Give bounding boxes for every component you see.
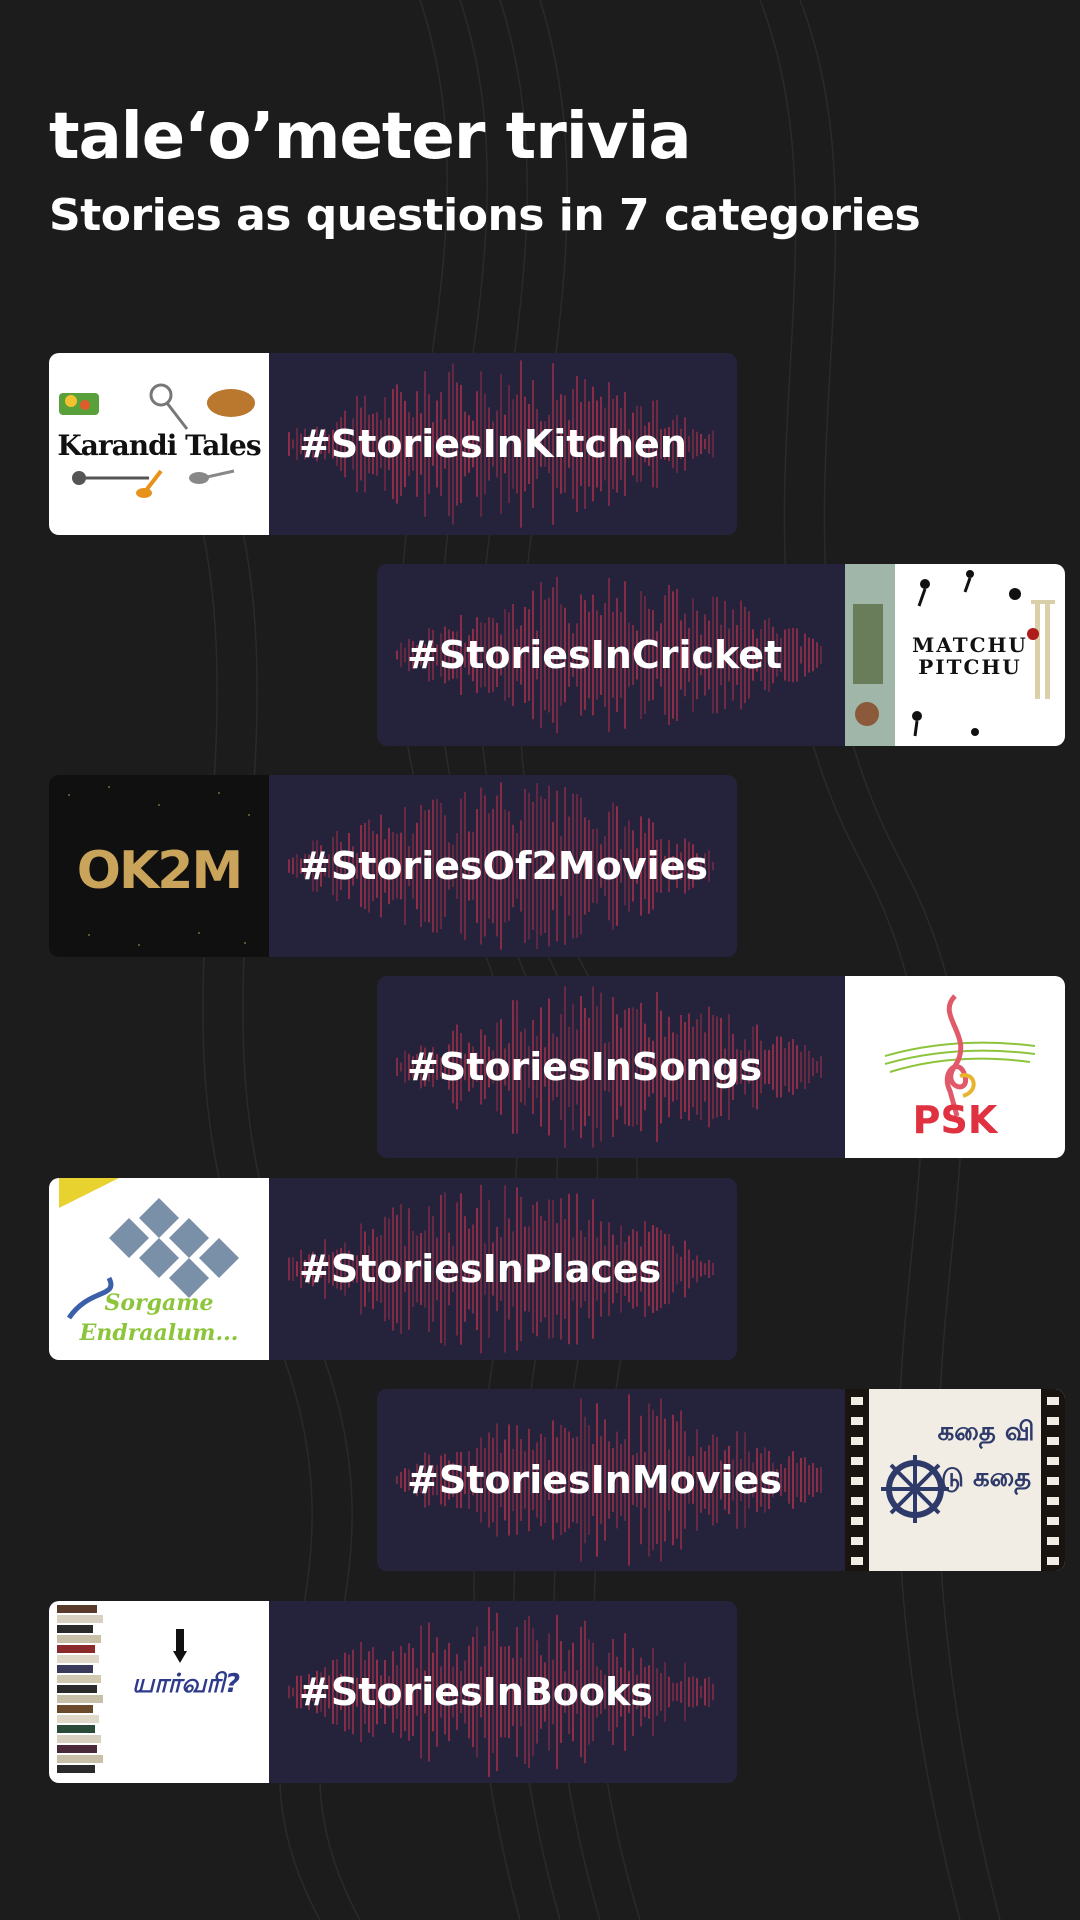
category-label: #StoriesInPlaces [299, 1247, 662, 1291]
songs-thumb-text: PSK [912, 1098, 998, 1142]
waveform: #StoriesInKitchen [269, 353, 737, 535]
waveform: #StoriesOf2Movies [269, 775, 737, 957]
waveform: #StoriesInBooks [269, 1601, 737, 1783]
category-card-places[interactable]: Sorgame Endraalum... #StoriesInPlaces [49, 1178, 737, 1360]
kitchen-thumbnail: Karandi Tales [49, 353, 269, 535]
2movies-thumb-text: OK2M [76, 841, 243, 901]
category-label: #StoriesInSongs [407, 1045, 763, 1089]
cricket-thumbnail: MATCHU PITCHU [845, 564, 1065, 746]
category-card-songs[interactable]: PSK #StoriesInSongs [377, 976, 1065, 1158]
category-card-2movies[interactable]: OK2M #StoriesOf2Movies [49, 775, 737, 957]
page-subtitle: Stories as questions in 7 categories [49, 190, 921, 241]
category-card-books[interactable]: யார்வரி? #StoriesInBooks [49, 1601, 737, 1783]
category-card-kitchen[interactable]: Karandi Tales #StoriesInKitchen [49, 353, 737, 535]
category-label: #StoriesInKitchen [299, 422, 687, 466]
category-card-cricket[interactable]: MATCHU PITCHU #StoriesInCricket [377, 564, 1065, 746]
songs-thumbnail: PSK [845, 976, 1065, 1158]
kitchen-thumb-text: Karandi Tales [57, 429, 261, 462]
waveform: #StoriesInSongs [377, 976, 845, 1158]
category-label: #StoriesInCricket [407, 633, 783, 677]
2movies-thumbnail: OK2M [49, 775, 269, 957]
places-thumbnail: Sorgame Endraalum... [49, 1178, 269, 1360]
waveform: #StoriesInCricket [377, 564, 845, 746]
cricket-thumb-text: MATCHU PITCHU [912, 633, 1028, 679]
books-thumbnail: யார்வரி? [49, 1601, 269, 1783]
movies-thumb-text: கதை வி டு கதை [937, 1417, 1035, 1493]
category-label: #StoriesOf2Movies [299, 844, 709, 888]
waveform: #StoriesInPlaces [269, 1178, 737, 1360]
category-label: #StoriesInMovies [407, 1458, 782, 1502]
category-label: #StoriesInBooks [299, 1670, 653, 1714]
waveform: #StoriesInMovies [377, 1389, 845, 1571]
books-thumb-text: யார்வரி? [131, 1669, 241, 1699]
page-title: tale‘o’meter trivia [49, 100, 692, 174]
movies-thumbnail: கதை வி டு கதை [845, 1389, 1065, 1571]
category-card-movies[interactable]: கதை வி டு கதை #StoriesInMovies [377, 1389, 1065, 1571]
places-thumb-text: Sorgame Endraalum... [79, 1290, 239, 1346]
